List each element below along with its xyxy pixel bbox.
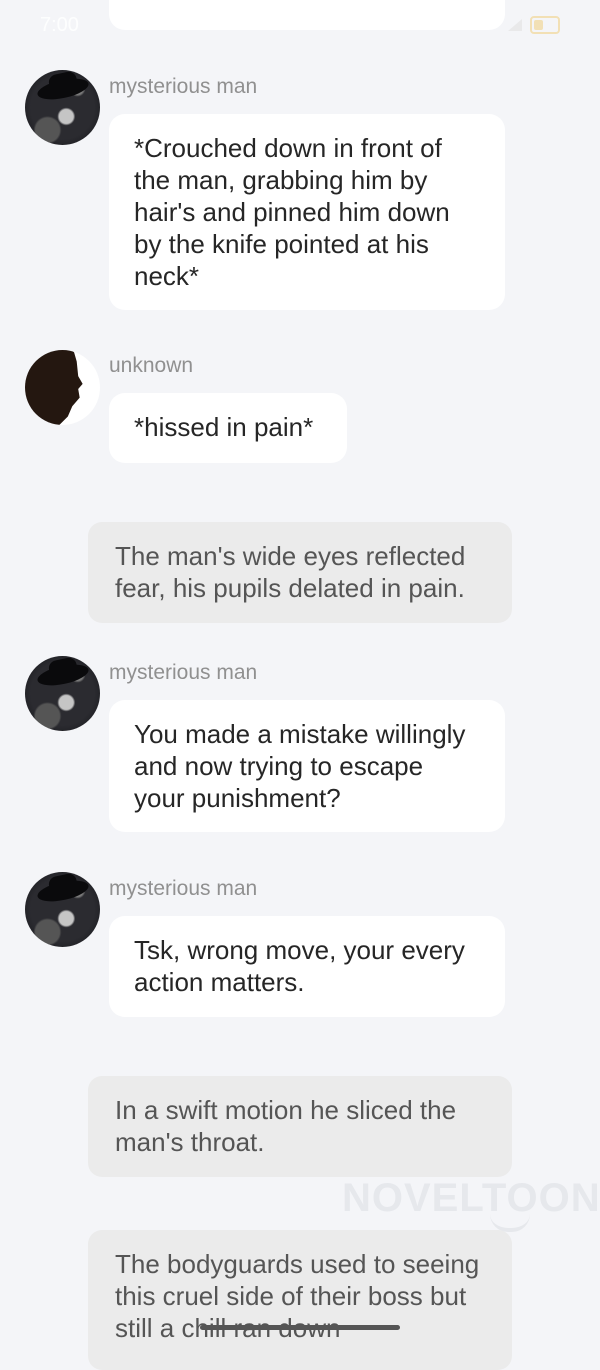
avatar-mysterious-man[interactable] xyxy=(25,656,100,731)
status-icons xyxy=(508,16,560,34)
narration-bubble[interactable]: In a swift motion he sliced the man's th… xyxy=(88,1076,512,1177)
speaker-name: mysterious man xyxy=(109,661,258,684)
avatar-unknown[interactable] xyxy=(25,350,100,425)
narration-bubble[interactable]: The bodyguards used to seeing this cruel… xyxy=(88,1230,512,1370)
speaker-name: unknown xyxy=(109,354,194,377)
avatar-mysterious-man[interactable] xyxy=(25,872,100,947)
home-indicator[interactable] xyxy=(200,1325,400,1330)
avatar-mysterious-man[interactable] xyxy=(25,70,100,145)
message-bubble[interactable]: You made a mistake willingly and now try… xyxy=(109,700,505,832)
status-time: 7:00 xyxy=(40,14,79,36)
signal-icon xyxy=(508,19,522,31)
silhouette-shape xyxy=(25,350,83,425)
speaker-name: mysterious man xyxy=(109,75,258,98)
narration-bubble[interactable]: The man's wide eyes reflected fear, his … xyxy=(88,522,512,623)
message-bubble[interactable]: Tsk, wrong move, your every action matte… xyxy=(109,916,505,1017)
message-bubble[interactable]: *Crouched down in front of the man, grab… xyxy=(109,114,505,310)
speaker-name: mysterious man xyxy=(109,877,258,900)
status-bar: 7:00 xyxy=(0,0,600,52)
battery-low-icon xyxy=(530,16,560,34)
watermark-logo: NOVELTOON xyxy=(342,1176,600,1220)
message-bubble[interactable]: *hissed in pain* xyxy=(109,393,347,463)
